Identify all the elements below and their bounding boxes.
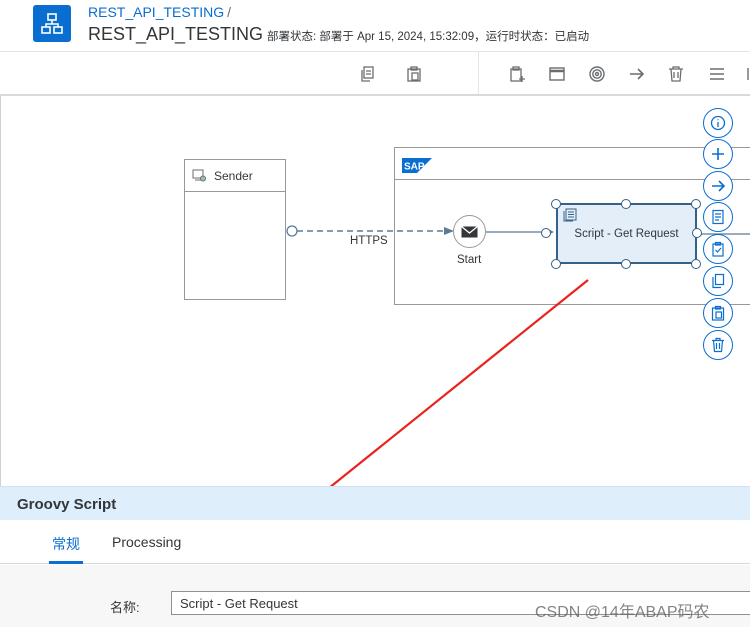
copy-icon[interactable] [355, 62, 379, 86]
resize-handle[interactable] [621, 199, 631, 209]
connection-handle[interactable] [692, 228, 702, 238]
active-tab-indicator [49, 561, 83, 564]
overflow-icon[interactable] [742, 62, 750, 86]
resize-handle[interactable] [551, 199, 561, 209]
integration-flow-icon [33, 5, 71, 42]
task-icon [712, 241, 724, 257]
property-tabs: 常规 Processing [0, 520, 750, 564]
paste-icon [711, 305, 725, 321]
toolbar-separator [478, 52, 479, 94]
add-button[interactable] [703, 139, 733, 169]
notes-button[interactable] [703, 202, 733, 232]
script-step-label: Script - Get Request [574, 227, 679, 240]
connect-button[interactable] [703, 171, 733, 201]
copy-icon [712, 273, 725, 289]
resize-handle[interactable] [691, 259, 701, 269]
copy-button[interactable] [703, 266, 733, 296]
paste-step-icon[interactable] [505, 62, 529, 86]
page-title: REST_API_TESTING [88, 24, 264, 44]
property-panel-header: Groovy Script [0, 486, 750, 520]
resize-handle[interactable] [691, 199, 701, 209]
info-icon [710, 115, 726, 131]
flow-connections [286, 225, 750, 486]
delete-icon[interactable] [664, 62, 688, 86]
breadcrumb-link[interactable]: REST_API_TESTING [88, 4, 224, 20]
name-field-label: 名称: [110, 600, 140, 615]
resize-handle[interactable] [551, 259, 561, 269]
menu-icon[interactable] [705, 62, 729, 86]
resize-handle[interactable] [621, 259, 631, 269]
page-header: REST_API_TESTING / REST_API_TESTING 部署状态:… [0, 0, 750, 52]
envelope-icon [461, 225, 478, 237]
start-event-label: Start [457, 254, 482, 266]
connect-icon [712, 180, 726, 192]
delete-icon [712, 337, 724, 353]
connection-label: HTTPS [350, 235, 388, 247]
target-icon[interactable] [585, 62, 609, 86]
breadcrumb[interactable]: REST_API_TESTING / [88, 4, 231, 20]
delete-button[interactable] [703, 330, 733, 360]
tab-general[interactable]: 常规 [52, 534, 80, 554]
annotation-arrow-line [329, 279, 589, 486]
window-icon[interactable] [545, 62, 569, 86]
connection-handle[interactable] [541, 228, 551, 238]
paste-icon[interactable] [402, 62, 426, 86]
watermark: CSDN @14年ABAP码农 [535, 604, 710, 621]
paste-button[interactable] [703, 298, 733, 328]
deploy-status-text: 部署状态: 部署于 Apr 15, 2024, 15:32:09，运行时状态：已… [267, 31, 590, 43]
property-panel-title: Groovy Script [17, 496, 117, 513]
notes-icon [712, 209, 724, 225]
process-canvas[interactable]: Sender SAP HTTPS Start Script - Get Requ… [0, 96, 750, 486]
script-icon [563, 208, 577, 222]
task-button[interactable] [703, 234, 733, 264]
message-flow-start-dot [286, 225, 298, 237]
add-icon [712, 148, 724, 160]
breadcrumb-separator: / [227, 4, 232, 20]
start-event[interactable] [453, 215, 486, 248]
info-button[interactable] [703, 108, 733, 138]
integration-flow-editor: { "header": { "breadcrumb": "REST_API_TE… [0, 0, 750, 627]
toolbar [0, 52, 750, 96]
tab-processing[interactable]: Processing [112, 534, 181, 550]
script-step-get-request[interactable]: Script - Get Request [556, 203, 697, 264]
arrow-right-icon[interactable] [625, 62, 649, 86]
